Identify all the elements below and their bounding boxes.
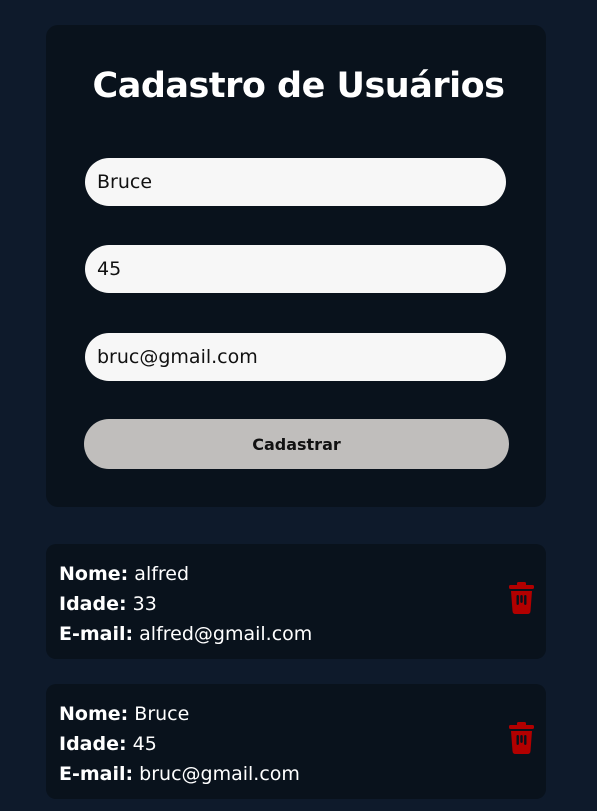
user-card: Nome: alfred Idade: 33 E-mail: alfred@gm…	[46, 544, 546, 659]
user-email-row: E-mail: alfred@gmail.com	[59, 619, 312, 649]
user-name: alfred	[134, 563, 190, 585]
trash-icon[interactable]	[509, 582, 534, 614]
age-label: Idade:	[59, 733, 127, 755]
user-email: bruc@gmail.com	[139, 763, 300, 785]
email-input[interactable]	[85, 333, 506, 381]
page-title: Cadastro de Usuários	[92, 66, 505, 106]
age-label: Idade:	[59, 593, 127, 615]
email-label: E-mail:	[59, 763, 134, 785]
user-name-row: Nome: alfred	[59, 559, 312, 589]
user-email-row: E-mail: bruc@gmail.com	[59, 759, 300, 789]
register-button[interactable]: Cadastrar	[84, 419, 509, 469]
user-name-row: Nome: Bruce	[59, 699, 300, 729]
name-label: Nome:	[59, 703, 129, 725]
user-name: Bruce	[134, 703, 190, 725]
user-age: 33	[132, 593, 157, 615]
age-input[interactable]	[85, 245, 506, 293]
user-info: Nome: Bruce Idade: 45 E-mail: bruc@gmail…	[59, 699, 300, 789]
user-age: 45	[132, 733, 157, 755]
user-info: Nome: alfred Idade: 33 E-mail: alfred@gm…	[59, 559, 312, 649]
name-label: Nome:	[59, 563, 129, 585]
trash-icon[interactable]	[509, 722, 534, 754]
name-input[interactable]	[85, 158, 506, 206]
user-email: alfred@gmail.com	[139, 623, 313, 645]
email-label: E-mail:	[59, 623, 134, 645]
user-card: Nome: Bruce Idade: 45 E-mail: bruc@gmail…	[46, 684, 546, 799]
user-age-row: Idade: 45	[59, 729, 300, 759]
user-age-row: Idade: 33	[59, 589, 312, 619]
